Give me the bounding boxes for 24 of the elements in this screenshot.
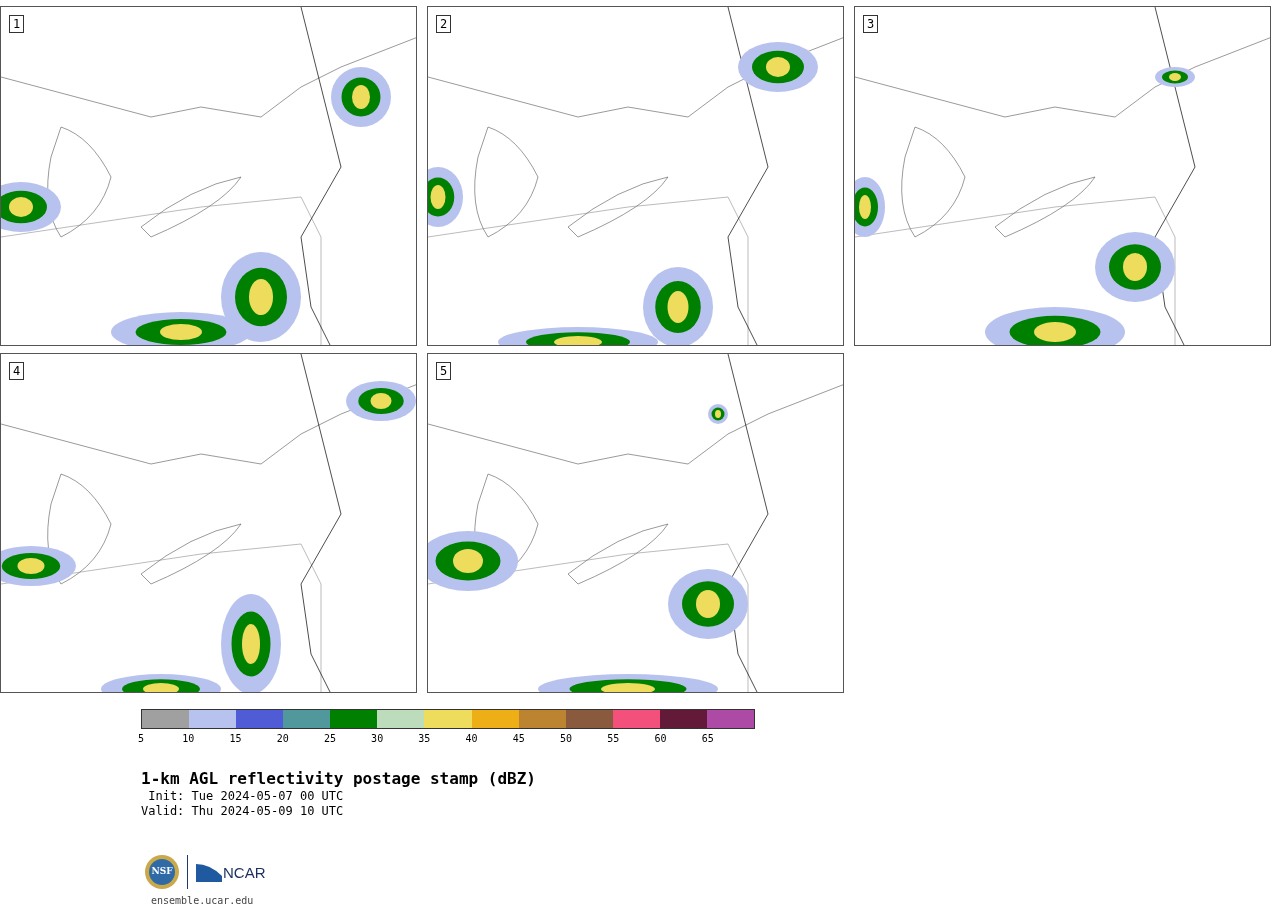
tick-label: 30 — [371, 733, 384, 745]
tick-label: 25 — [323, 733, 336, 745]
panel-number: 2 — [436, 15, 452, 33]
panel-number: 5 — [436, 362, 452, 380]
panel-number: 3 — [863, 15, 879, 33]
site-url: ensemble.ucar.edu — [151, 894, 254, 908]
tick-label: 50 — [560, 733, 573, 745]
tick-label: 60 — [654, 733, 667, 745]
tick-label: 15 — [229, 733, 242, 745]
init-time: Init: Tue 2024-05-07 00 UTC — [147, 789, 344, 804]
tick-label: 45 — [512, 733, 525, 745]
ncar-logo: NCAR — [196, 862, 266, 882]
tick-label: 10 — [182, 733, 195, 745]
valid-time: Valid: Thu 2024-05-09 10 UTC — [141, 804, 344, 819]
panel-number: 4 — [9, 362, 25, 380]
nsf-seal-logo: NSF — [145, 855, 179, 889]
panel-number: 1 — [9, 15, 25, 33]
tick-label: 35 — [418, 733, 431, 745]
tick-label: 20 — [276, 733, 289, 745]
tick-label: 40 — [465, 733, 478, 745]
tick-label: 65 — [701, 733, 714, 745]
tick-label: 55 — [607, 733, 620, 745]
chart-title: 1-km AGL reflectivity postage stamp (dBZ) — [141, 769, 537, 789]
tick-label: 5 — [138, 733, 144, 745]
